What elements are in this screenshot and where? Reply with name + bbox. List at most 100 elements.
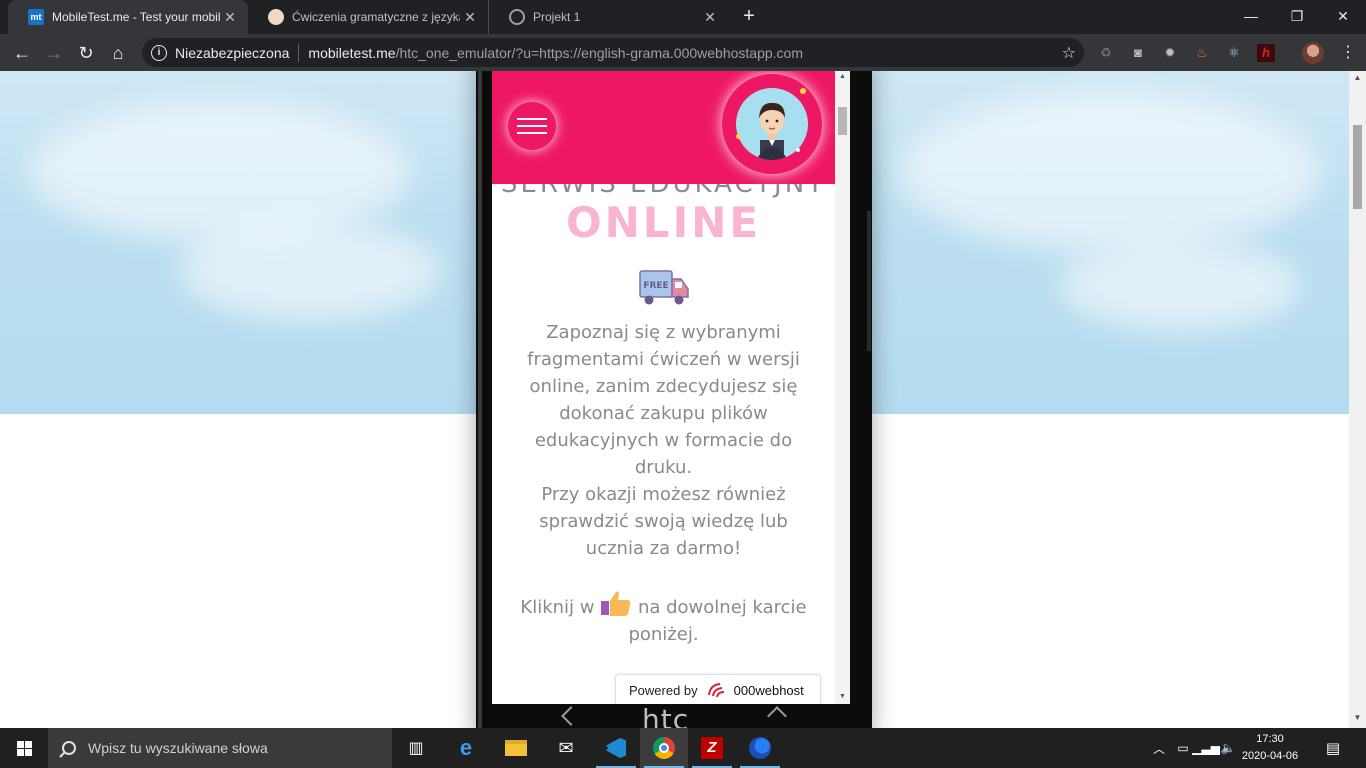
- powered-by-label: Powered by: [629, 682, 698, 698]
- divider: [298, 43, 300, 62]
- url-host: mobiletest.me: [308, 44, 396, 61]
- new-tab-button[interactable]: +: [738, 6, 760, 28]
- scroll-down-arrow-icon[interactable]: ▼: [835, 693, 850, 700]
- scroll-down-arrow-icon[interactable]: ▼: [1349, 713, 1366, 722]
- recycle-icon[interactable]: ♻: [1097, 44, 1115, 62]
- folder-shape: [505, 740, 527, 756]
- sparkle-icon: [796, 148, 800, 152]
- file-explorer-icon[interactable]: [492, 728, 540, 768]
- phone-home-key-icon[interactable]: [767, 706, 787, 726]
- description-line: online, zanim zdecydujesz się: [529, 376, 798, 397]
- profile-avatar[interactable]: [1302, 42, 1324, 64]
- click-before: Kliknij w: [520, 597, 595, 618]
- close-tab-icon[interactable]: ✕: [220, 9, 240, 26]
- restore-button[interactable]: ❐: [1274, 4, 1320, 28]
- filezilla-icon[interactable]: Z: [688, 728, 736, 768]
- close-window-button[interactable]: ✕: [1320, 4, 1366, 28]
- description-line: edukacyjnych w formacie do: [534, 430, 793, 451]
- home-button[interactable]: ⌂: [106, 41, 130, 65]
- url-path: /htc_one_emulator/?u=https://english-gra…: [395, 44, 803, 61]
- close-tab-icon[interactable]: ✕: [700, 9, 720, 26]
- tab-projekt[interactable]: Projekt 1 ✕: [488, 0, 728, 34]
- tab-title: Projekt 1: [533, 10, 581, 24]
- tab-cwiczenia[interactable]: Ćwiczenia gramatyczne z języka a ✕: [248, 0, 488, 34]
- react-icon[interactable]: ⚛: [1225, 44, 1243, 62]
- description-line: Zapoznaj się z wybranymi: [546, 322, 781, 343]
- firefox-shape: [749, 737, 771, 759]
- close-tab-icon[interactable]: ✕: [460, 9, 480, 26]
- gear-icon[interactable]: ✹: [1161, 44, 1179, 62]
- volume-icon[interactable]: 🔈: [1218, 728, 1238, 768]
- windows-logo-icon: [16, 740, 32, 756]
- cloud: [30, 101, 410, 241]
- site-header: [492, 71, 835, 184]
- info-icon[interactable]: i: [151, 44, 167, 61]
- clock-time: 17:30: [1256, 733, 1284, 745]
- emulator-scrollbar[interactable]: ▲ ▼: [835, 71, 850, 704]
- hamburger-menu-button[interactable]: [508, 102, 556, 150]
- tab-mobiletest[interactable]: mt MobileTest.me - Test your mobile ✕: [8, 0, 248, 34]
- description-line: fragmentami ćwiczeń w wersji: [527, 349, 800, 370]
- free-delivery-truck-icon: FREE: [639, 270, 689, 305]
- search-placeholder: Wpisz tu wyszukiwane słowa: [88, 740, 268, 756]
- page-scrollbar[interactable]: ▲ ▼: [1349, 71, 1366, 728]
- search-icon: [62, 741, 76, 755]
- mail-icon[interactable]: ✉: [542, 728, 590, 768]
- minimize-button[interactable]: —: [1228, 4, 1274, 28]
- task-view-icon[interactable]: ▥: [392, 728, 440, 768]
- vscode-icon[interactable]: [592, 728, 640, 768]
- show-hidden-icons-icon[interactable]: ︿: [1150, 728, 1168, 768]
- sparkle-icon: [800, 88, 806, 94]
- scroll-up-arrow-icon[interactable]: ▲: [1349, 73, 1366, 82]
- powered-brand: 000webhost: [733, 682, 804, 698]
- chrome-center: [659, 743, 669, 753]
- phone-back-key-icon[interactable]: [561, 706, 581, 726]
- back-button[interactable]: ←: [10, 41, 34, 65]
- edge-icon[interactable]: e: [442, 728, 490, 768]
- cloud: [1060, 241, 1300, 331]
- scroll-up-arrow-icon[interactable]: ▲: [835, 73, 850, 80]
- vscode-shape: [606, 738, 626, 758]
- click-line-2: poniżej.: [628, 624, 699, 645]
- bookmark-star-icon[interactable]: ☆: [1062, 43, 1076, 63]
- site-description: Zapoznaj się z wybranymi fragmentami ćwi…: [506, 319, 821, 562]
- htc-phone-emulator: SERWIS EDUKACYJNY ONLINE FREE Zapoznaj s…: [476, 71, 872, 728]
- globe-icon: [509, 9, 525, 25]
- start-button[interactable]: [0, 728, 48, 768]
- firefox-icon[interactable]: [736, 728, 784, 768]
- h-icon[interactable]: h: [1257, 44, 1275, 62]
- description-line: sprawdzić swoją wiedzę lub: [539, 511, 788, 532]
- reload-button[interactable]: ↻: [74, 41, 98, 65]
- page-viewport: ▲ ▼ SERWIS EDUKACYJNY ONLINE FREE Zapozn…: [0, 71, 1366, 728]
- security-label: Niezabezpieczona: [175, 44, 290, 61]
- forward-button[interactable]: →: [42, 41, 66, 65]
- description-line: druku.: [634, 457, 693, 478]
- taskbar-search-box[interactable]: Wpisz tu wyszukiwane słowa: [48, 728, 392, 768]
- battery-icon[interactable]: ▭: [1172, 728, 1194, 768]
- camera-icon[interactable]: ◙: [1129, 44, 1147, 62]
- menu-line: [517, 132, 547, 134]
- powered-by-000webhost-badge[interactable]: Powered by 000webhost: [615, 674, 821, 704]
- fire-icon[interactable]: ♨: [1193, 44, 1211, 62]
- menu-line: [517, 125, 547, 127]
- description-line: ucznia za darmo!: [585, 538, 742, 559]
- menu-line: [517, 118, 547, 120]
- filezilla-shape: Z: [701, 737, 723, 759]
- site-logo[interactable]: [722, 74, 822, 174]
- notifications-icon[interactable]: ▤: [1318, 728, 1348, 768]
- tab-strip: mt MobileTest.me - Test your mobile ✕ Ćw…: [0, 0, 1366, 34]
- taskbar-clock[interactable]: 17:30 2020-04-06: [1240, 731, 1300, 765]
- network-icon[interactable]: ▁▃▅: [1192, 728, 1220, 768]
- chrome-icon[interactable]: [640, 728, 688, 768]
- cloud: [180, 221, 440, 321]
- scrollbar-thumb[interactable]: [838, 107, 847, 135]
- scrollbar-thumb[interactable]: [1353, 125, 1362, 209]
- cloud: [900, 91, 1320, 251]
- windows-taskbar: Wpisz tu wyszukiwane słowa ▥ e ✉ Z ︿ ▭ ▁…: [0, 728, 1366, 768]
- htc-logo: htc: [642, 703, 690, 728]
- thumbs-up-icon: [601, 591, 631, 616]
- address-bar[interactable]: i Niezabezpieczona mobiletest.me /htc_on…: [142, 38, 1084, 67]
- chrome-menu-icon[interactable]: ⋮: [1340, 42, 1356, 64]
- click-after: na dowolnej karcie: [637, 597, 807, 618]
- site-title-online: ONLINE: [565, 198, 762, 247]
